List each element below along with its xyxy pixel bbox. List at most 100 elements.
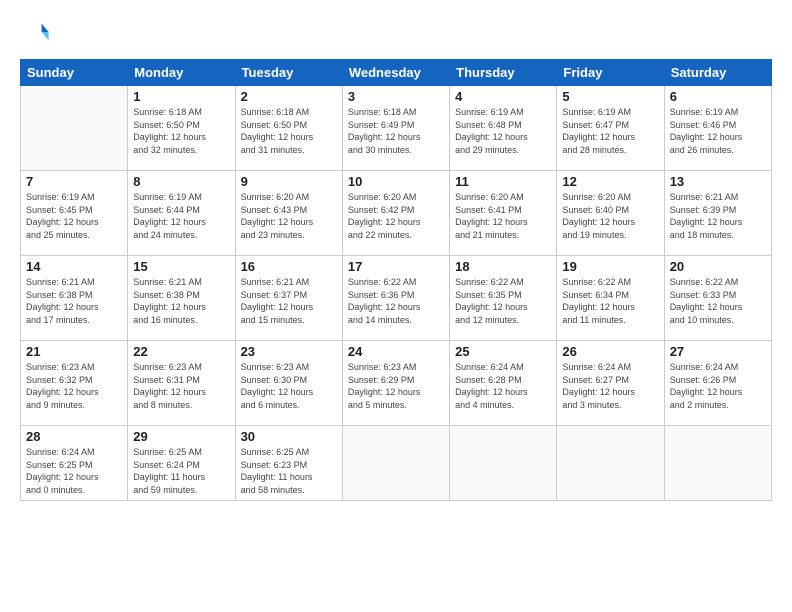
weekday-header-sunday: Sunday [21, 60, 128, 86]
calendar-cell: 8 Sunrise: 6:19 AM Sunset: 6:44 PM Daylig… [128, 171, 235, 256]
day-number: 18 [455, 259, 551, 274]
calendar-cell: 22 Sunrise: 6:23 AM Sunset: 6:31 PM Dayli… [128, 341, 235, 426]
day-info: Sunrise: 6:23 AM Sunset: 6:32 PM Dayligh… [26, 361, 122, 411]
day-info: Sunrise: 6:20 AM Sunset: 6:40 PM Dayligh… [562, 191, 658, 241]
day-info: Sunrise: 6:22 AM Sunset: 6:34 PM Dayligh… [562, 276, 658, 326]
day-number: 26 [562, 344, 658, 359]
header [20, 18, 772, 51]
day-number: 20 [670, 259, 766, 274]
day-info: Sunrise: 6:19 AM Sunset: 6:45 PM Dayligh… [26, 191, 122, 241]
calendar-cell: 10 Sunrise: 6:20 AM Sunset: 6:42 PM Dayli… [342, 171, 449, 256]
day-number: 24 [348, 344, 444, 359]
day-number: 30 [241, 429, 337, 444]
calendar-cell [664, 426, 771, 501]
calendar-cell: 9 Sunrise: 6:20 AM Sunset: 6:43 PM Daylig… [235, 171, 342, 256]
day-number: 5 [562, 89, 658, 104]
day-number: 4 [455, 89, 551, 104]
weekday-header-monday: Monday [128, 60, 235, 86]
weekday-header-row: SundayMondayTuesdayWednesdayThursdayFrid… [21, 60, 772, 86]
day-number: 7 [26, 174, 122, 189]
day-info: Sunrise: 6:24 AM Sunset: 6:28 PM Dayligh… [455, 361, 551, 411]
calendar-cell: 4 Sunrise: 6:19 AM Sunset: 6:48 PM Daylig… [450, 86, 557, 171]
calendar-cell: 15 Sunrise: 6:21 AM Sunset: 6:38 PM Dayli… [128, 256, 235, 341]
day-info: Sunrise: 6:24 AM Sunset: 6:25 PM Dayligh… [26, 446, 122, 496]
calendar-cell: 2 Sunrise: 6:18 AM Sunset: 6:50 PM Daylig… [235, 86, 342, 171]
day-number: 6 [670, 89, 766, 104]
day-info: Sunrise: 6:21 AM Sunset: 6:37 PM Dayligh… [241, 276, 337, 326]
day-info: Sunrise: 6:20 AM Sunset: 6:43 PM Dayligh… [241, 191, 337, 241]
weekday-header-saturday: Saturday [664, 60, 771, 86]
weekday-header-tuesday: Tuesday [235, 60, 342, 86]
calendar-cell [21, 86, 128, 171]
calendar-cell: 16Sunrise: 6:21 AM Sunset: 6:37 PM Dayli… [235, 256, 342, 341]
calendar-cell: 29 Sunrise: 6:25 AM Sunset: 6:24 PM Dayli… [128, 426, 235, 501]
calendar-cell: 13 Sunrise: 6:21 AM Sunset: 6:39 PM Dayli… [664, 171, 771, 256]
calendar-cell: 21 Sunrise: 6:23 AM Sunset: 6:32 PM Dayli… [21, 341, 128, 426]
day-number: 23 [241, 344, 337, 359]
day-number: 29 [133, 429, 229, 444]
calendar-cell: 14 Sunrise: 6:21 AM Sunset: 6:38 PM Dayli… [21, 256, 128, 341]
day-number: 19 [562, 259, 658, 274]
day-number: 15 [133, 259, 229, 274]
calendar-cell: 1Sunrise: 6:18 AM Sunset: 6:50 PM Daylig… [128, 86, 235, 171]
calendar-cell: 20 Sunrise: 6:22 AM Sunset: 6:33 PM Dayli… [664, 256, 771, 341]
day-number: 3 [348, 89, 444, 104]
day-info: Sunrise: 6:22 AM Sunset: 6:35 PM Dayligh… [455, 276, 551, 326]
day-info: Sunrise: 6:23 AM Sunset: 6:31 PM Dayligh… [133, 361, 229, 411]
day-number: 13 [670, 174, 766, 189]
day-info: Sunrise: 6:23 AM Sunset: 6:30 PM Dayligh… [241, 361, 337, 411]
day-info: Sunrise: 6:18 AM Sunset: 6:50 PM Dayligh… [241, 106, 337, 156]
day-number: 27 [670, 344, 766, 359]
day-info: Sunrise: 6:19 AM Sunset: 6:48 PM Dayligh… [455, 106, 551, 156]
logo [20, 18, 50, 51]
weekday-header-friday: Friday [557, 60, 664, 86]
calendar-cell: 19 Sunrise: 6:22 AM Sunset: 6:34 PM Dayli… [557, 256, 664, 341]
day-info: Sunrise: 6:19 AM Sunset: 6:46 PM Dayligh… [670, 106, 766, 156]
day-info: Sunrise: 6:20 AM Sunset: 6:42 PM Dayligh… [348, 191, 444, 241]
calendar-cell: 3 Sunrise: 6:18 AM Sunset: 6:49 PM Daylig… [342, 86, 449, 171]
calendar-cell: 6 Sunrise: 6:19 AM Sunset: 6:46 PM Daylig… [664, 86, 771, 171]
calendar-cell: 27 Sunrise: 6:24 AM Sunset: 6:26 PM Dayli… [664, 341, 771, 426]
calendar-cell [450, 426, 557, 501]
calendar-cell: 12Sunrise: 6:20 AM Sunset: 6:40 PM Dayli… [557, 171, 664, 256]
calendar-cell: 23 Sunrise: 6:23 AM Sunset: 6:30 PM Dayli… [235, 341, 342, 426]
day-info: Sunrise: 6:18 AM Sunset: 6:50 PM Dayligh… [133, 106, 229, 156]
logo-icon [22, 18, 50, 46]
calendar-table: SundayMondayTuesdayWednesdayThursdayFrid… [20, 59, 772, 501]
day-number: 10 [348, 174, 444, 189]
calendar-cell [557, 426, 664, 501]
calendar-cell: 25Sunrise: 6:24 AM Sunset: 6:28 PM Dayli… [450, 341, 557, 426]
weekday-header-thursday: Thursday [450, 60, 557, 86]
day-info: Sunrise: 6:20 AM Sunset: 6:41 PM Dayligh… [455, 191, 551, 241]
day-number: 21 [26, 344, 122, 359]
day-number: 17 [348, 259, 444, 274]
day-number: 8 [133, 174, 229, 189]
day-info: Sunrise: 6:24 AM Sunset: 6:27 PM Dayligh… [562, 361, 658, 411]
calendar-cell: 7 Sunrise: 6:19 AM Sunset: 6:45 PM Daylig… [21, 171, 128, 256]
day-info: Sunrise: 6:19 AM Sunset: 6:44 PM Dayligh… [133, 191, 229, 241]
day-info: Sunrise: 6:21 AM Sunset: 6:38 PM Dayligh… [26, 276, 122, 326]
calendar-cell: 11Sunrise: 6:20 AM Sunset: 6:41 PM Dayli… [450, 171, 557, 256]
day-number: 2 [241, 89, 337, 104]
day-info: Sunrise: 6:18 AM Sunset: 6:49 PM Dayligh… [348, 106, 444, 156]
day-info: Sunrise: 6:22 AM Sunset: 6:33 PM Dayligh… [670, 276, 766, 326]
day-info: Sunrise: 6:25 AM Sunset: 6:24 PM Dayligh… [133, 446, 229, 496]
day-info: Sunrise: 6:25 AM Sunset: 6:23 PM Dayligh… [241, 446, 337, 496]
calendar-cell: 5 Sunrise: 6:19 AM Sunset: 6:47 PM Daylig… [557, 86, 664, 171]
weekday-header-wednesday: Wednesday [342, 60, 449, 86]
day-info: Sunrise: 6:19 AM Sunset: 6:47 PM Dayligh… [562, 106, 658, 156]
calendar-cell: 17 Sunrise: 6:22 AM Sunset: 6:36 PM Dayli… [342, 256, 449, 341]
calendar-cell: 28Sunrise: 6:24 AM Sunset: 6:25 PM Dayli… [21, 426, 128, 501]
calendar-cell [342, 426, 449, 501]
day-info: Sunrise: 6:21 AM Sunset: 6:38 PM Dayligh… [133, 276, 229, 326]
day-info: Sunrise: 6:21 AM Sunset: 6:39 PM Dayligh… [670, 191, 766, 241]
calendar-cell: 18 Sunrise: 6:22 AM Sunset: 6:35 PM Dayli… [450, 256, 557, 341]
calendar-cell: 24 Sunrise: 6:23 AM Sunset: 6:29 PM Dayli… [342, 341, 449, 426]
day-info: Sunrise: 6:22 AM Sunset: 6:36 PM Dayligh… [348, 276, 444, 326]
day-info: Sunrise: 6:24 AM Sunset: 6:26 PM Dayligh… [670, 361, 766, 411]
day-number: 14 [26, 259, 122, 274]
calendar-cell: 30 Sunrise: 6:25 AM Sunset: 6:23 PM Dayli… [235, 426, 342, 501]
day-info: Sunrise: 6:23 AM Sunset: 6:29 PM Dayligh… [348, 361, 444, 411]
day-number: 9 [241, 174, 337, 189]
day-number: 22 [133, 344, 229, 359]
